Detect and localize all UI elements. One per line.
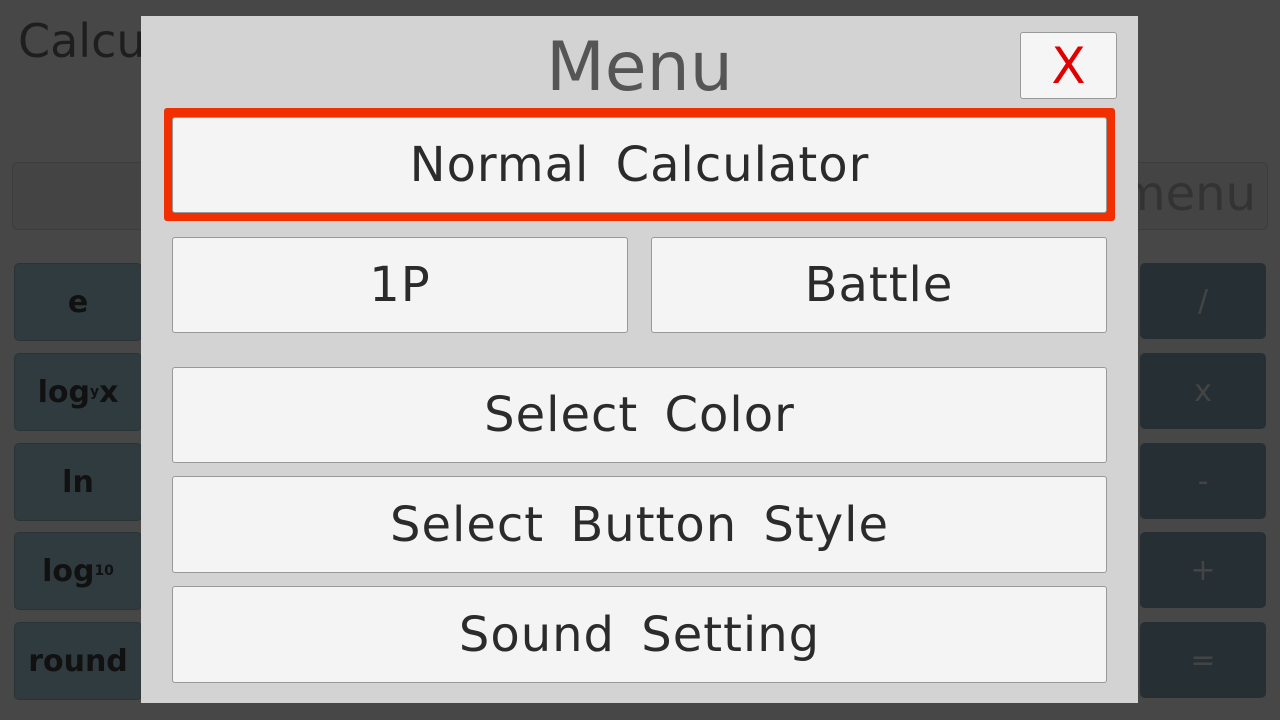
dialog-title: Menu (546, 28, 733, 107)
select-button-style-button[interactable]: Select Button Style (172, 476, 1107, 573)
key-label: e (67, 284, 89, 320)
key-logyx[interactable]: log y x (14, 353, 142, 431)
key-label: x (1194, 373, 1212, 409)
sound-setting-button[interactable]: Sound Setting (172, 586, 1107, 683)
key-log10[interactable]: log 10 (14, 532, 142, 610)
key-label: ln (62, 464, 94, 500)
normal-calculator-button[interactable]: Normal Calculator (172, 117, 1107, 213)
key-label-suffix: x (99, 374, 119, 410)
key-plus[interactable]: + (1140, 532, 1266, 608)
key-minus[interactable]: - (1140, 443, 1266, 519)
select-color-button[interactable]: Select Color (172, 367, 1107, 463)
menu-button[interactable]: menu (1119, 166, 1256, 222)
key-subscript: 10 (94, 563, 114, 579)
key-label: log (37, 374, 90, 410)
key-subscript: y (89, 384, 100, 400)
menu-dialog: Menu X Normal Calculator 1P Battle Selec… (141, 16, 1138, 703)
key-e[interactable]: e (14, 263, 142, 341)
key-multiply[interactable]: x (1140, 353, 1266, 429)
key-label: - (1197, 463, 1209, 499)
close-button[interactable]: X (1020, 32, 1117, 99)
key-label: / (1197, 283, 1209, 319)
key-label: + (1190, 552, 1216, 588)
key-ln[interactable]: ln (14, 443, 142, 521)
one-player-button[interactable]: 1P (172, 237, 628, 333)
key-label: = (1190, 642, 1216, 678)
key-divide[interactable]: / (1140, 263, 1266, 339)
battle-button[interactable]: Battle (651, 237, 1107, 333)
key-label: round (28, 643, 128, 679)
close-icon: X (1051, 36, 1086, 95)
key-equals[interactable]: = (1140, 622, 1266, 698)
key-label: log (42, 553, 95, 589)
key-round[interactable]: round (14, 622, 142, 700)
